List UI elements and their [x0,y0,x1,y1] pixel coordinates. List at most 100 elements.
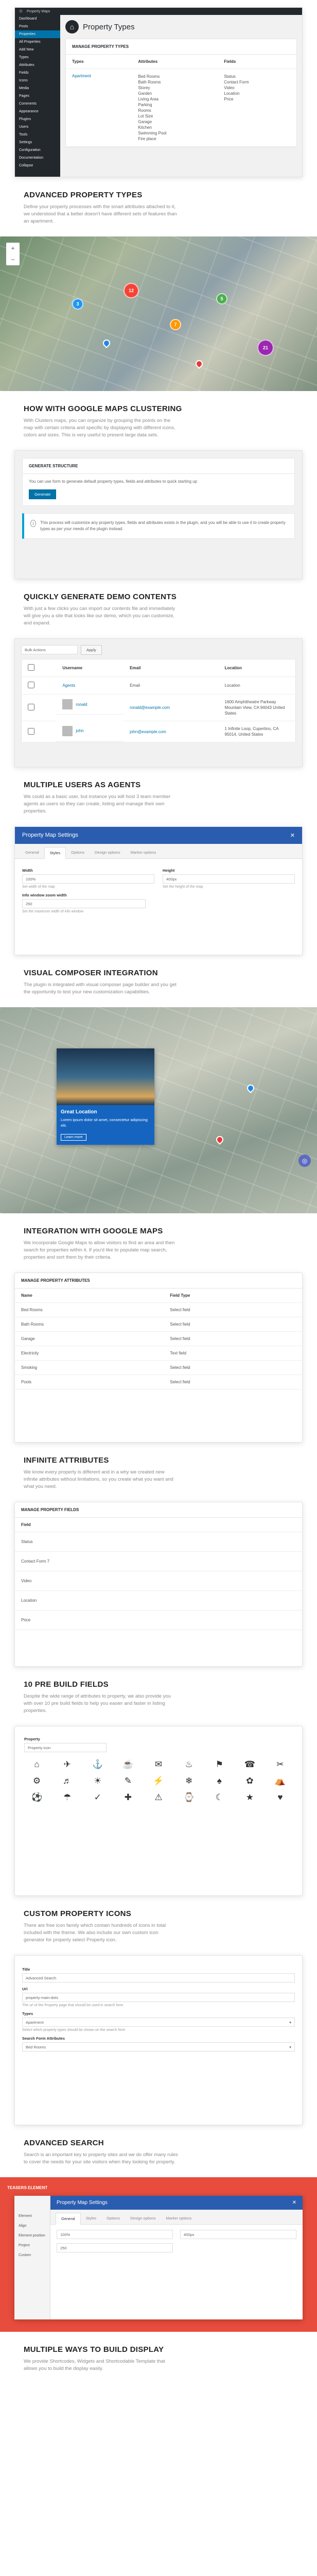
property-icon[interactable]: ✈ [55,1759,80,1770]
property-card[interactable]: Great Location Lorem ipsum dolor sit ame… [57,1048,154,1145]
table-row[interactable]: Agents Email Location [21,676,296,694]
map-pin-icon[interactable] [101,338,112,348]
table-row[interactable]: john john@example.com 1 Infinite Loop, C… [21,721,296,742]
property-icon[interactable]: ☎ [237,1759,262,1770]
tab-styles[interactable]: Styles [81,2213,101,2224]
sidebar-item[interactable]: Properties [15,30,60,38]
select-all-checkbox[interactable] [28,664,34,671]
zoom-input[interactable]: 250 [57,2243,173,2252]
property-icon[interactable]: ♠ [207,1776,232,1786]
table-row[interactable]: Status [15,1532,302,1552]
table-row[interactable]: Location [15,1590,302,1611]
user-name[interactable]: Agents [56,676,124,694]
tab-general[interactable]: General [20,847,44,858]
cluster-marker[interactable]: 21 [257,340,274,356]
map-pin-icon[interactable] [245,1083,256,1093]
attribute-name[interactable]: Electricity [15,1346,164,1361]
cluster-marker[interactable]: 7 [170,319,181,330]
url-input[interactable]: property-main-dots [22,1993,295,2002]
tab-options[interactable]: Options [66,847,90,858]
attribute-name[interactable]: Garage [15,1331,164,1346]
property-icon[interactable]: ⚑ [207,1759,232,1770]
sidebar-item[interactable]: Comments [15,100,60,108]
tab-marker-options[interactable]: Marker options [161,2213,197,2224]
sidebar-item[interactable]: Configuration [15,146,60,154]
locate-icon[interactable]: ◎ [298,1155,311,1167]
icon-search-input[interactable]: Property icon [24,1743,107,1752]
row-checkbox[interactable] [28,727,34,735]
types-select[interactable]: Apartment ▾ [22,2018,295,2027]
sidebar-item[interactable]: Attributes [15,61,60,69]
zoom-in-icon[interactable]: + [11,245,14,252]
sidebar-item[interactable]: Posts [15,23,60,30]
sidebar-item[interactable]: Appearance [15,108,60,115]
row-checkbox[interactable] [28,704,34,710]
sidebar-item[interactable]: All Properties [15,38,60,46]
title-input[interactable]: Advanced Search [22,1973,295,1982]
tab-options[interactable]: Options [101,2213,125,2224]
builder-sidebar-item[interactable]: Custom [14,2250,50,2260]
sidebar-item[interactable]: Collapse [15,162,60,170]
property-icon[interactable]: ★ [237,1792,262,1803]
property-icon[interactable]: ⚙ [24,1776,49,1786]
property-icon[interactable]: ☀ [85,1776,110,1786]
property-icon[interactable]: ♬ [55,1776,80,1786]
property-icon[interactable]: ⌂ [24,1759,49,1770]
generate-button[interactable]: Generate [29,489,57,499]
tab-general[interactable]: General [56,2213,81,2225]
sidebar-item[interactable]: Users [15,123,60,131]
map-pin-icon[interactable] [215,1134,225,1145]
sidebar-item[interactable]: Add New [15,46,60,54]
table-row[interactable]: Bed Rooms Select field [15,1302,302,1317]
tab-marker-options[interactable]: Marker options [126,847,162,858]
row-checkbox[interactable] [28,682,34,688]
height-input[interactable]: 400px [180,2230,296,2239]
field-name[interactable]: Price [15,1610,302,1630]
apply-button[interactable]: Apply [81,645,102,655]
property-icon[interactable]: ✿ [237,1776,262,1786]
sidebar-item[interactable]: Settings [15,139,60,146]
property-icon[interactable]: ✚ [115,1792,140,1803]
sidebar-item[interactable]: Plugins [15,115,60,123]
width-input[interactable]: 100% [57,2230,173,2239]
property-icon[interactable]: ✉ [146,1759,171,1770]
tab-design-options[interactable]: Design options [90,847,126,858]
sidebar-item[interactable]: Fields [15,69,60,77]
field-name[interactable]: Contact Form 7 [15,1551,302,1571]
property-icon[interactable]: ⚠ [146,1792,171,1803]
map-pin-icon[interactable] [194,359,204,369]
bulk-actions-select[interactable]: Bulk Actions [21,645,78,654]
builder-sidebar-item[interactable]: Project [14,2241,50,2250]
table-row[interactable]: Electricity Text field [15,1346,302,1361]
property-icon[interactable]: ✓ [85,1792,110,1803]
property-icon[interactable]: ☕ [115,1759,140,1770]
table-row[interactable]: Price [15,1610,302,1630]
cluster-marker[interactable]: 12 [124,283,139,298]
attribute-name[interactable]: Bath Rooms [15,1317,164,1332]
cluster-marker[interactable]: 5 [216,293,227,304]
width-input[interactable]: 100% [22,874,154,884]
sidebar-item[interactable]: Media [15,84,60,92]
sidebar-item[interactable]: Icons [15,77,60,84]
property-icon[interactable]: ⛺ [268,1776,293,1786]
attribute-name[interactable]: Bed Rooms [15,1302,164,1317]
wordpress-icon[interactable]: ⓦ [19,9,23,14]
sidebar-item[interactable]: Types [15,54,60,61]
field-name[interactable]: Location [15,1590,302,1611]
property-icon[interactable]: ♨ [177,1759,202,1770]
attribute-name[interactable]: Pools [15,1375,164,1389]
property-icon[interactable]: ❄ [177,1776,202,1786]
zoom-control[interactable]: + − [6,243,20,265]
attribute-name[interactable]: Smoking [15,1360,164,1375]
field-name[interactable]: Video [15,1571,302,1591]
user-name[interactable]: john [76,728,83,733]
google-map[interactable]: Great Location Lorem ipsum dolor sit ame… [0,1007,317,1213]
sidebar-item[interactable]: Pages [15,92,60,100]
property-icon[interactable]: ✂ [268,1759,293,1770]
table-row[interactable]: Smoking Select field [15,1360,302,1375]
zoom-out-icon[interactable]: − [11,256,14,263]
table-row[interactable]: Video [15,1571,302,1591]
tab-styles[interactable]: Styles [44,847,66,859]
user-email[interactable]: john@example.com [124,721,219,742]
property-icon[interactable]: ♥ [268,1792,293,1803]
